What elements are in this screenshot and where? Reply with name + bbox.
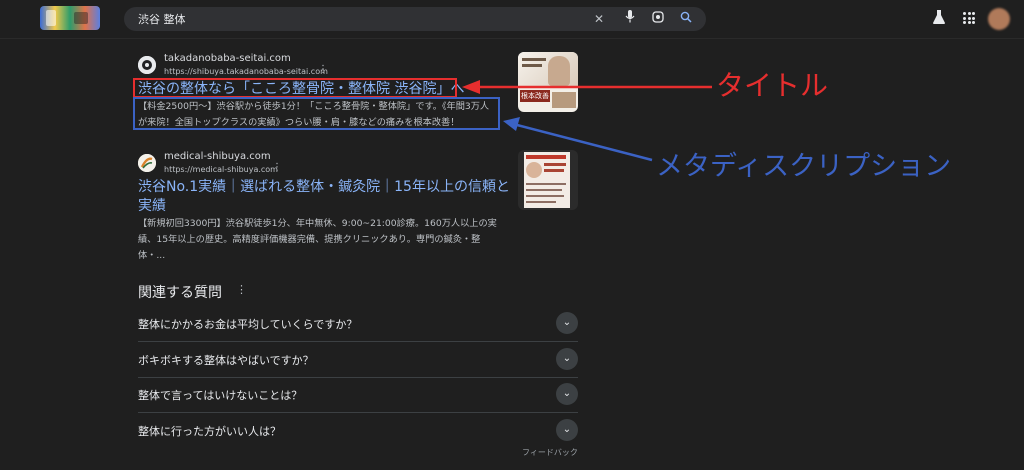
title-annotation-label: タイトル xyxy=(716,69,829,102)
annotation-arrows xyxy=(462,80,712,162)
meta-description-annotation-label: メタディスクリプション xyxy=(656,151,952,182)
